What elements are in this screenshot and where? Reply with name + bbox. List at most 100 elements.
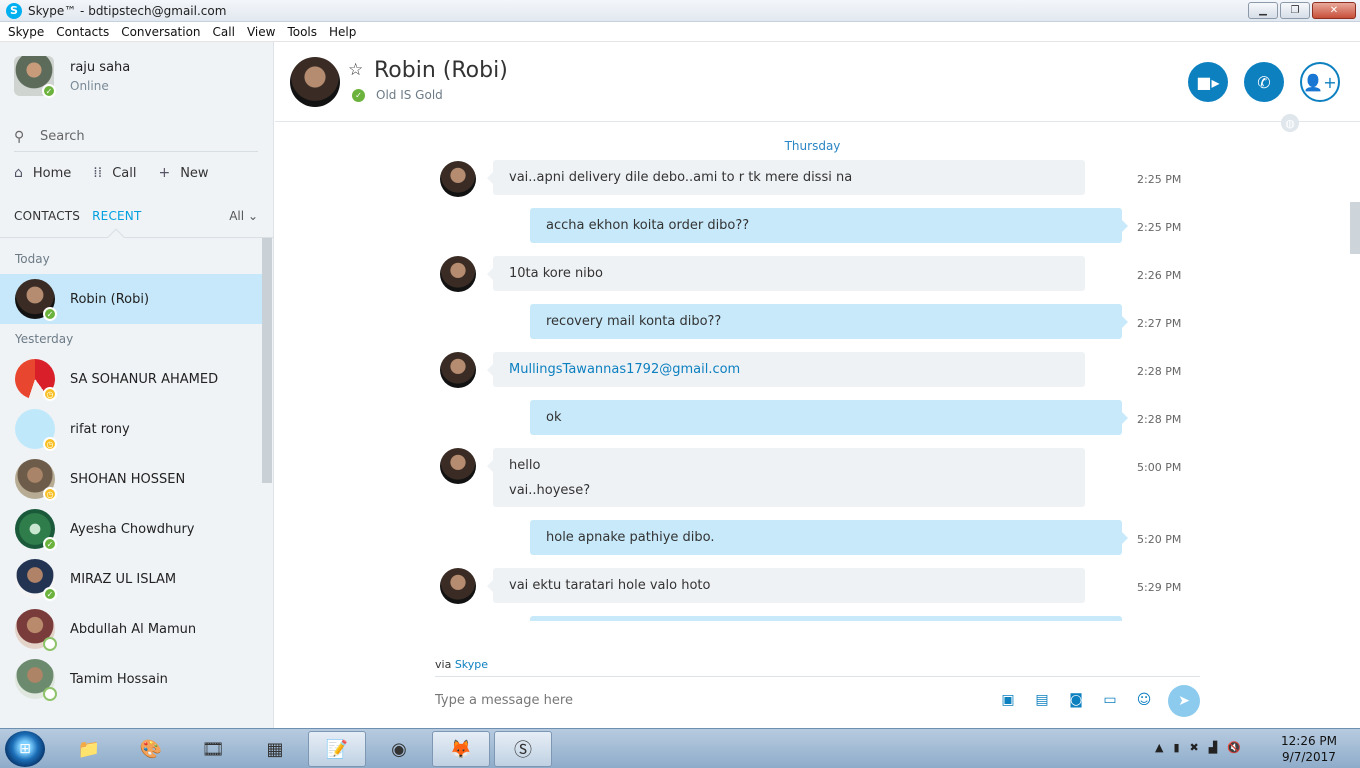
conversation-title[interactable]: Robin (Robi)	[374, 58, 508, 83]
skype-icon: Ⓢ	[514, 740, 532, 761]
send-button[interactable]: ➤	[1168, 685, 1200, 717]
video-message-button[interactable]: ◙	[1066, 690, 1086, 710]
avatar[interactable]	[440, 448, 476, 484]
home-icon: ⌂	[14, 165, 23, 181]
offline-status-icon	[43, 687, 57, 701]
away-status-icon: ◷	[43, 387, 57, 401]
avatar[interactable]	[290, 57, 340, 107]
avatar[interactable]	[440, 256, 476, 292]
list-item[interactable]: ◷ rifat rony	[0, 404, 262, 454]
via-label: via Skype	[435, 658, 488, 671]
list-item[interactable]: Abdullah Al Mamun	[0, 604, 262, 654]
paint-icon: 🎨	[139, 738, 163, 760]
call-button[interactable]: ⁞⁞ Call	[93, 165, 136, 181]
taskbar-chrome[interactable]: ◉	[370, 731, 428, 767]
contact-name: SHOHAN HOSSEN	[70, 471, 186, 487]
restore-button[interactable]: ❐	[1280, 2, 1310, 19]
video-call-button[interactable]: ■▸	[1188, 62, 1228, 102]
avatar[interactable]	[440, 352, 476, 388]
online-status-icon: ✓	[43, 537, 57, 551]
message-time: 5:29 PM	[1137, 581, 1182, 594]
send-file-button[interactable]: ▣	[998, 690, 1018, 710]
email-link[interactable]: MullingsTawannas1792@gmail.com	[509, 362, 740, 377]
add-people-button[interactable]: 👤+	[1300, 62, 1340, 102]
tab-contacts[interactable]: CONTACTS	[14, 209, 80, 223]
list-item[interactable]: ✓ Robin (Robi)	[0, 274, 262, 324]
taskbar-explorer[interactable]: 📁	[60, 731, 118, 767]
close-button[interactable]: ✕	[1312, 2, 1356, 19]
avatar: ✓	[15, 509, 57, 551]
send-contact-button[interactable]: ▭	[1100, 690, 1120, 710]
sidebar: ✓ raju saha Online ⚲ Search ⌂ Home ⁞⁞ Ca…	[0, 42, 274, 728]
signal-icon[interactable]: ▟	[1209, 741, 1217, 754]
message-bubble: ok	[530, 400, 1128, 435]
group-yesterday: Yesterday	[15, 332, 74, 346]
chevron-down-icon: ⌄	[247, 209, 258, 223]
menu-help[interactable]: Help	[325, 25, 364, 39]
contact-name: Robin (Robi)	[70, 291, 150, 307]
profile-status[interactable]: Online	[70, 79, 130, 93]
sidebar-scrollbar[interactable]	[262, 238, 272, 483]
message-time: 2:28 PM	[1137, 413, 1182, 426]
menu-contacts[interactable]: Contacts	[52, 25, 117, 39]
taskbar-paint[interactable]: 🎨	[122, 731, 180, 767]
search-icon: ⚲	[14, 128, 25, 145]
smiley-icon: ☺	[1136, 692, 1152, 708]
conversation-scrollbar[interactable]	[1350, 202, 1360, 254]
list-item[interactable]: ✓ MIRAZ UL ISLAM	[0, 554, 262, 604]
minimize-button[interactable]: ▁	[1248, 2, 1278, 19]
search-input[interactable]: ⚲ Search	[14, 122, 258, 152]
tab-recent[interactable]: RECENT	[92, 209, 141, 223]
contact-name: SA SOHANUR AHAMED	[70, 371, 219, 387]
clock-time: 12:26 PM	[1281, 734, 1337, 748]
away-status-icon: ◷	[43, 487, 57, 501]
avatar[interactable]	[440, 568, 476, 604]
image-icon: ▣	[1001, 692, 1015, 708]
menu-conversation[interactable]: Conversation	[117, 25, 208, 39]
via-skype-link[interactable]: Skype	[455, 658, 488, 671]
away-status-icon: ◷	[43, 437, 57, 451]
network-error-icon[interactable]: ✖	[1190, 741, 1199, 754]
message-bubble: MullingsTawannas1792@gmail.com	[487, 352, 1085, 387]
favorite-star-icon[interactable]: ☆	[348, 60, 363, 80]
message-text: ok	[546, 410, 562, 425]
send-document-button[interactable]: ▤	[1032, 690, 1052, 710]
list-item[interactable]: Tamim Hossain	[0, 654, 262, 704]
taskbar-firefox[interactable]: 🦊	[432, 731, 490, 767]
taskbar-media[interactable]: 🎞	[184, 731, 242, 767]
menu-tools[interactable]: Tools	[283, 25, 325, 39]
list-item[interactable]: ◷ SHOHAN HOSSEN	[0, 454, 262, 504]
taskbar-notepad[interactable]: 📝	[308, 731, 366, 767]
menu-call[interactable]: Call	[209, 25, 243, 39]
menu-skype[interactable]: Skype	[4, 25, 52, 39]
tray-expand-icon[interactable]: ▲	[1155, 741, 1163, 754]
list-item[interactable]: ◷ SA SOHANUR AHAMED	[0, 354, 262, 404]
taskbar-app[interactable]: ▦	[246, 731, 304, 767]
emoticon-button[interactable]: ☺	[1134, 690, 1154, 710]
avatar[interactable]	[440, 161, 476, 197]
message-input[interactable]: Type a message here	[435, 693, 573, 708]
audio-call-button[interactable]: ✆	[1244, 62, 1284, 102]
menu-view[interactable]: View	[243, 25, 283, 39]
plus-icon: +	[158, 165, 171, 181]
online-status-icon: ✓	[352, 89, 365, 102]
title-bar: S Skype™ - bdtipstech@gmail.com ▁ ❐ ✕	[0, 0, 1360, 22]
new-button[interactable]: + New	[158, 165, 208, 181]
add-user-icon: 👤+	[1303, 72, 1337, 92]
conversation-header: ☆ Robin (Robi) ✓ Old IS Gold ■▸ ✆ 👤+ ◍	[275, 42, 1360, 132]
clock[interactable]: 12:26 PM 9/7/2017	[1278, 733, 1340, 765]
battery-icon[interactable]: ▮	[1173, 741, 1179, 754]
start-button[interactable]: ⊞	[5, 731, 45, 767]
avatar: ◷	[15, 409, 57, 451]
chrome-icon: ◉	[391, 738, 407, 760]
taskbar-skype[interactable]: Ⓢ	[494, 731, 552, 767]
volume-muted-icon[interactable]: 🔇	[1227, 741, 1241, 754]
profile-card[interactable]: ✓ raju saha Online	[14, 56, 130, 98]
list-item[interactable]: ✓ Ayesha Chowdhury	[0, 504, 262, 554]
document-icon: ▤	[1035, 692, 1049, 708]
home-button[interactable]: ⌂ Home	[14, 165, 71, 181]
tab-divider	[0, 237, 273, 238]
offline-status-icon	[43, 637, 57, 651]
avatar: ✓	[15, 279, 57, 321]
filter-dropdown[interactable]: All ⌄	[229, 209, 258, 223]
